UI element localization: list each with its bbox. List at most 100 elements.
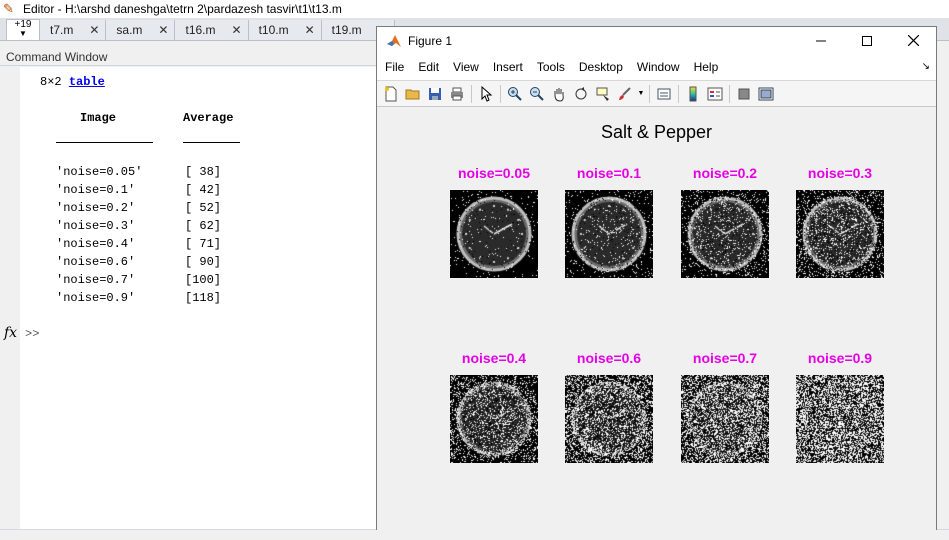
subplot-title: noise=0.2 [692,165,758,181]
rotate-button[interactable] [570,83,592,105]
subplot-image[interactable] [796,190,884,278]
menu-desktop[interactable]: Desktop [572,60,630,74]
editor-tab-t16[interactable]: t16.m ✕ [175,20,249,40]
table-cell-average: [ 42] [185,183,222,197]
table-cell-image: 'noise=0.05' [56,165,143,179]
menu-help[interactable]: Help [687,60,726,74]
table-cell-image: 'noise=0.3' [56,219,136,233]
menu-tools[interactable]: Tools [530,60,572,74]
function-browser-icon[interactable]: fx [4,325,17,341]
colorbar-button[interactable] [682,83,704,105]
command-window-output[interactable]: 8×2 table Image Average 'noise=0.05' [ 38… [20,67,378,529]
brush-dropdown[interactable]: ▼ [636,83,646,105]
figure-title-bar: Figure 1 [377,27,936,54]
editor-title-bar: ✎ Editor - H:\arshd daneshga\tetrn 2\par… [0,0,949,18]
table-size-line: 8×2 table [40,75,105,89]
save-button[interactable] [424,83,446,105]
figure-toolbar: ▼ [377,80,936,107]
subplot-image[interactable] [450,190,538,278]
close-icon[interactable]: ✕ [232,23,242,37]
table-cell-image: 'noise=0.7' [56,273,136,287]
figure-title: Figure 1 [408,33,453,48]
colorbar-icon [689,86,697,101]
close-icon[interactable]: ✕ [305,23,315,37]
link-plot-icon [657,88,671,99]
maximize-icon [862,35,872,46]
table-cell-image: 'noise=0.9' [56,291,136,305]
subplot-title: noise=0.6 [576,350,642,366]
figure-menubar: File Edit View Insert Tools Desktop Wind… [377,54,936,80]
matlab-logo-icon [387,34,401,47]
column-header-average: Average [183,111,234,125]
hide-tools-icon [738,88,750,99]
print-button[interactable] [446,83,468,105]
editor-tab-t7[interactable]: t7.m ✕ [40,20,107,40]
table-cell-average: [ 52] [185,201,222,215]
subplot-image[interactable] [681,190,769,278]
minimize-icon [816,40,826,41]
table-link[interactable]: table [69,75,105,89]
dock-arrow-icon[interactable]: ↘ [922,61,930,72]
zoom-out-button[interactable] [526,83,548,105]
hide-plot-tools-button[interactable] [733,83,755,105]
figure-canvas[interactable]: Salt & Pepper noise=0.05 noise=0.1 noise=0… [377,107,936,532]
close-window-button[interactable] [890,27,936,54]
tab-label: t16.m [185,23,216,37]
new-figure-button[interactable] [380,83,402,105]
table-cell-image: 'noise=0.4' [56,237,136,251]
subplot-title: noise=0.7 [692,350,758,366]
close-icon[interactable]: ✕ [158,23,168,37]
editor-title: Editor - H:\arshd daneshga\tetrn 2\parda… [23,2,342,16]
subplot-image[interactable] [565,190,653,278]
menu-insert[interactable]: Insert [486,60,530,74]
editor-pencil-icon: ✎ [3,1,14,16]
subplot-image[interactable] [565,375,653,463]
subplot-image[interactable] [450,375,538,463]
subplot-image[interactable] [796,375,884,463]
link-plot-button[interactable] [653,83,675,105]
data-cursor-button[interactable] [592,83,614,105]
subplot-title: noise=0.9 [807,350,873,366]
new-file-icon [385,86,397,101]
edit-plot-button[interactable] [475,83,497,105]
table-cell-average: [ 90] [185,255,222,269]
table-cell-average: [ 62] [185,219,222,233]
toolbar-separator [678,84,679,103]
column-underline [183,142,240,143]
editor-tab-t10[interactable]: t10.m ✕ [248,20,322,40]
data-cursor-icon [596,87,609,101]
subplot-image[interactable] [681,375,769,463]
menu-file[interactable]: File [377,60,411,74]
maximize-button[interactable] [844,27,890,54]
table-size: 8×2 [40,75,69,89]
command-prompt[interactable]: >> [25,327,39,341]
table-cell-image: 'noise=0.1' [56,183,136,197]
command-window-header: Command Window [0,48,378,66]
folder-open-icon [405,89,420,99]
pan-button[interactable] [548,83,570,105]
toolbar-separator [729,84,730,103]
close-icon[interactable]: ✕ [89,23,99,37]
subplot-title: noise=0.3 [807,165,873,181]
menu-view[interactable]: View [446,60,486,74]
open-file-button[interactable] [402,83,424,105]
close-icon [907,35,919,46]
tab-overflow-button[interactable]: +19 ▼ [6,19,40,40]
tab-label: t7.m [50,23,74,37]
minimize-button[interactable] [798,27,844,54]
save-icon [429,87,441,100]
legend-button[interactable] [704,83,726,105]
menu-edit[interactable]: Edit [411,60,446,74]
brush-button[interactable] [614,83,636,105]
table-cell-average: [ 38] [185,165,222,179]
legend-icon [707,87,723,100]
brush-icon [619,86,631,100]
figure-sup-title: Salt & Pepper [600,122,713,142]
menu-window[interactable]: Window [630,60,687,74]
rotate-3d-icon [575,86,587,99]
zoom-in-button[interactable] [504,83,526,105]
chevron-down-icon: ▼ [637,90,645,97]
show-plot-tools-button[interactable] [755,83,777,105]
column-underline [56,142,153,143]
editor-tab-sa[interactable]: sa.m ✕ [106,20,176,40]
